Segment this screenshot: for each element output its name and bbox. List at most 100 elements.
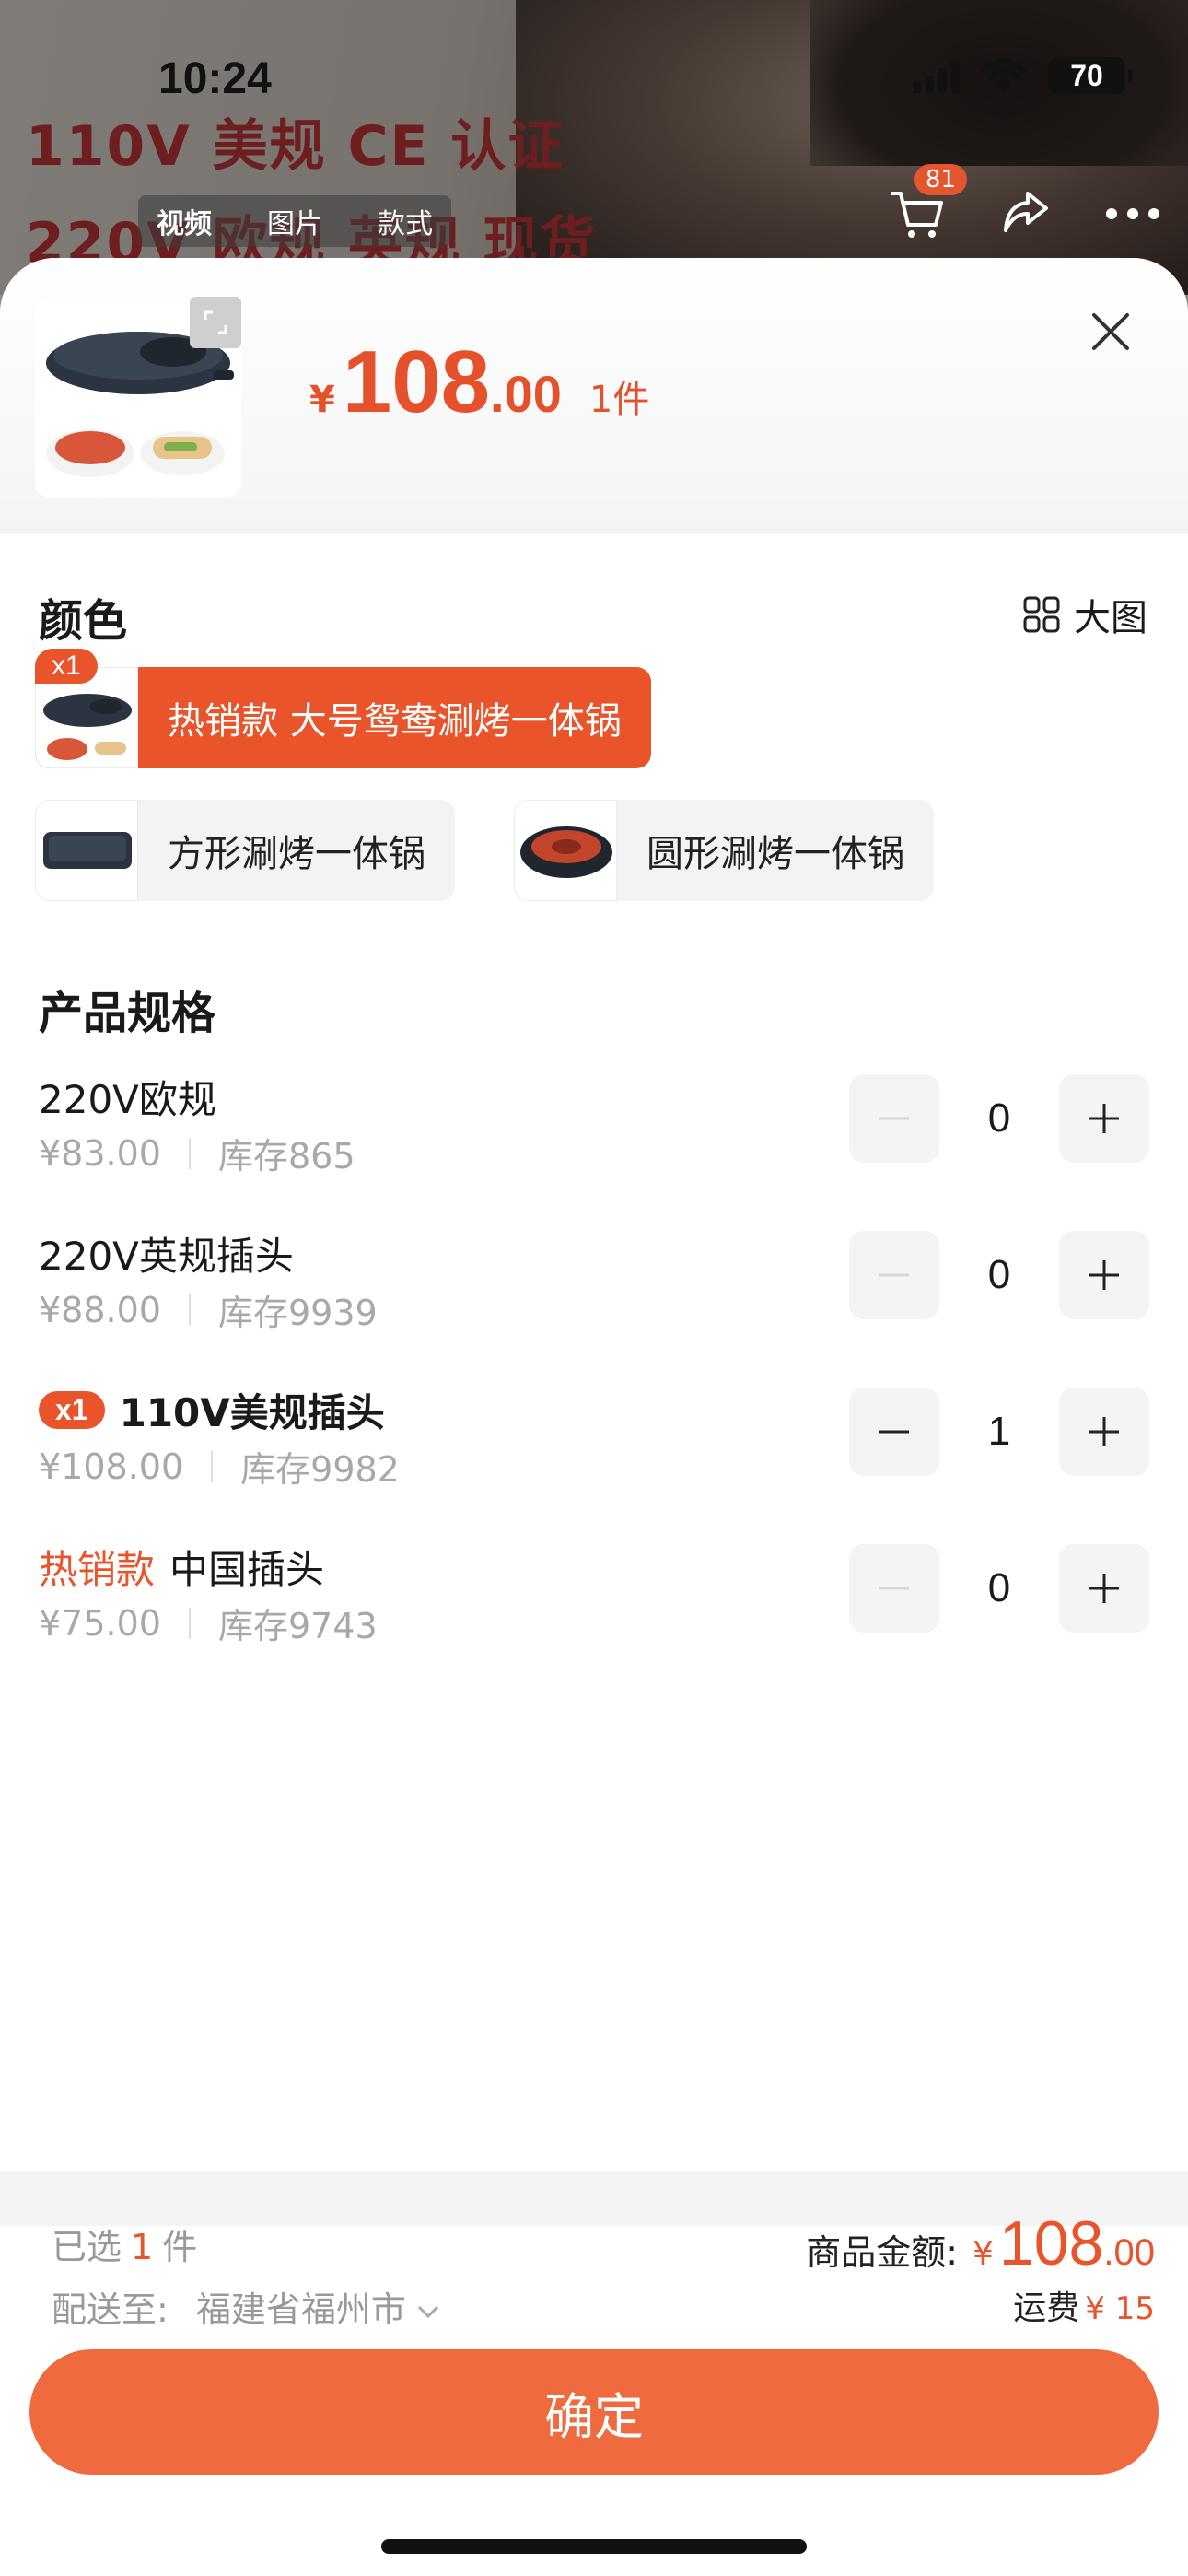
minus-icon — [879, 1430, 909, 1434]
spec-stock: 库存9939 — [217, 1293, 378, 1333]
quantity-stepper: 0 — [849, 1231, 1149, 1319]
increment-button[interactable] — [1059, 1388, 1149, 1476]
price-decimal: .00 — [490, 365, 562, 423]
big-image-label: 大图 — [1074, 597, 1147, 639]
spec-name: 220V欧规 — [39, 1077, 216, 1122]
cellular-signal-icon — [913, 58, 960, 93]
spec-name: 110V美规插头 — [119, 1390, 385, 1435]
big-image-button[interactable]: 大图 — [1022, 588, 1147, 641]
shipping-address[interactable]: 配送至: 福建省福州市 — [52, 2281, 441, 2332]
selected-count-badge: x1 — [39, 1391, 105, 1429]
minus-icon — [879, 1587, 909, 1590]
spec-price: ¥88.00 — [39, 1289, 161, 1330]
increment-button[interactable] — [1059, 1544, 1149, 1633]
color-section-title: 颜色 — [39, 595, 128, 647]
spec-price: ¥108.00 — [39, 1446, 184, 1487]
spec-name: 中国插头 — [169, 1547, 325, 1592]
quantity-value[interactable]: 0 — [939, 1095, 1059, 1142]
color-option-image — [35, 800, 138, 901]
color-option-label: 圆形涮烤一体锅 — [646, 833, 904, 875]
status-icons: 70 — [913, 57, 1133, 94]
spec-price-stock: ¥75.00 库存9743 — [39, 1598, 378, 1648]
cart-count-badge: 81 — [914, 164, 967, 195]
quantity-value[interactable]: 1 — [939, 1409, 1059, 1455]
selected-quantity: 1件 — [588, 379, 650, 421]
color-option-hot-dual-pot[interactable]: 热销款 大号鸳鸯涮烤一体锅 — [35, 667, 651, 768]
selected-summary: 已选 1 件 — [52, 2219, 197, 2269]
increment-button[interactable] — [1059, 1074, 1149, 1163]
minus-icon — [879, 1273, 909, 1277]
top-action-icons: 81 — [888, 164, 1160, 243]
selected-count: 1 — [131, 2227, 154, 2267]
divider — [188, 1294, 191, 1326]
amount-currency: ¥ — [973, 2235, 994, 2273]
home-indicator[interactable] — [381, 2539, 807, 2554]
spec-price: ¥75.00 — [39, 1602, 161, 1644]
battery-icon: 70 — [1048, 57, 1133, 94]
price-integer: 108 — [342, 333, 491, 431]
amount-decimal: .00 — [1103, 2232, 1155, 2273]
spec-stock: 库存9743 — [217, 1606, 378, 1646]
decrement-button[interactable] — [849, 1388, 939, 1476]
amount-label: 商品金额: — [806, 2232, 959, 2273]
spec-row-220v-eu: 220V欧规 ¥83.00 库存865 0 — [0, 1069, 1188, 1207]
quantity-stepper: 0 — [849, 1544, 1149, 1633]
decrement-button[interactable] — [849, 1231, 939, 1319]
spec-row-china-plug: 热销款 中国插头 ¥75.00 库存9743 0 — [0, 1539, 1188, 1677]
increment-button[interactable] — [1059, 1231, 1149, 1319]
decrement-button[interactable] — [849, 1544, 939, 1633]
color-option-label: 热销款 大号鸳鸯涮烤一体锅 — [168, 700, 622, 743]
divider — [211, 1450, 214, 1482]
plus-icon — [1089, 1417, 1119, 1446]
chevron-down-icon — [417, 2305, 438, 2319]
plus-icon — [1089, 1260, 1119, 1290]
spec-price-stock: ¥88.00 库存9939 — [39, 1284, 378, 1335]
status-time: 10:24 — [158, 54, 272, 103]
tab-styles[interactable]: 款式 — [378, 201, 433, 241]
plus-icon — [1089, 1104, 1119, 1133]
wifi-icon — [982, 58, 1026, 91]
expand-image-icon[interactable] — [190, 297, 241, 348]
more-icon[interactable] — [1105, 207, 1160, 220]
divider — [188, 1607, 191, 1639]
shipping-fee: 运费 ¥ 15 — [1013, 2281, 1155, 2329]
selected-count-badge: x1 — [35, 649, 98, 684]
cart-button[interactable]: 81 — [888, 164, 967, 243]
spec-price-stock: ¥83.00 库存865 — [39, 1128, 355, 1178]
share-icon[interactable] — [1000, 188, 1052, 240]
ship-to-label: 配送至: — [52, 2289, 169, 2330]
selected-suffix: 件 — [162, 2227, 198, 2267]
color-option-label: 方形涮烤一体锅 — [168, 833, 425, 875]
quantity-stepper: 1 — [849, 1388, 1149, 1476]
quantity-value[interactable]: 0 — [939, 1565, 1059, 1611]
tab-video[interactable]: 视频 — [157, 201, 212, 241]
spec-price-stock: ¥108.00 库存9982 — [39, 1441, 400, 1492]
confirm-button[interactable]: 确定 — [29, 2349, 1159, 2475]
quantity-value[interactable]: 0 — [939, 1252, 1059, 1298]
spec-price: ¥83.00 — [39, 1132, 161, 1174]
quantity-stepper: 0 — [849, 1074, 1149, 1163]
color-option-image — [514, 800, 617, 901]
close-icon[interactable] — [1089, 310, 1133, 354]
spec-name-group: 热销款 中国插头 — [39, 1539, 324, 1595]
sheet-header: ¥ 108 .00 1件 — [0, 258, 1188, 534]
grid-icon — [1023, 596, 1060, 633]
color-option-round-pot[interactable]: 圆形涮烤一体锅 — [514, 800, 934, 901]
media-tabs: 视频 图片 款式 — [138, 195, 451, 247]
shipping-value: ¥ 15 — [1085, 2290, 1155, 2327]
spec-row-110v-us: x1 110V美规插头 ¥108.00 库存9982 1 — [0, 1382, 1188, 1520]
spec-name-group: x1 110V美规插头 — [39, 1382, 385, 1438]
color-option-square-pot[interactable]: 方形涮烤一体锅 — [35, 800, 455, 901]
plus-icon — [1089, 1574, 1119, 1603]
divider — [188, 1137, 191, 1169]
shipping-label: 运费 — [1013, 2289, 1080, 2327]
price-currency: ¥ — [309, 379, 335, 421]
spec-stock: 库存9982 — [240, 1449, 400, 1490]
tab-images[interactable]: 图片 — [267, 201, 322, 241]
selected-prefix: 已选 — [52, 2227, 122, 2267]
spec-name: 220V英规插头 — [39, 1234, 294, 1279]
decrement-button[interactable] — [849, 1074, 939, 1163]
price-display: ¥ 108 .00 1件 — [309, 332, 649, 433]
ship-to-value: 福建省福州市 — [195, 2289, 406, 2330]
amount-integer: 108 — [998, 2208, 1104, 2278]
